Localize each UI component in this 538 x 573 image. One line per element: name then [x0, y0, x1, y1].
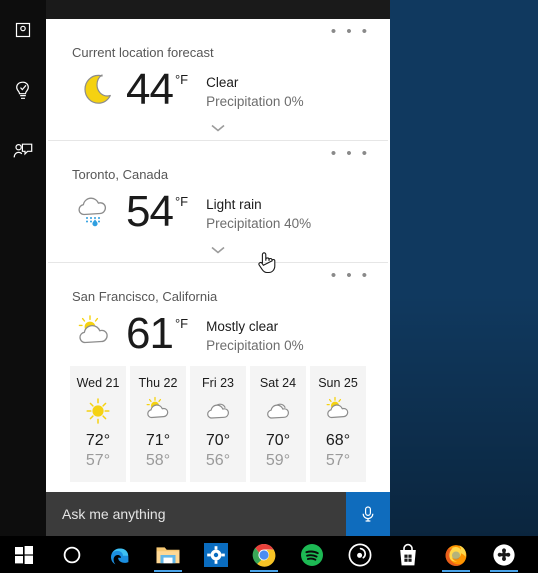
- partly-cloudy-icon: [68, 310, 122, 358]
- weather-card-toronto: • • • Toronto, Canada 54 °F Light rain P…: [46, 141, 390, 262]
- precipitation-text: Precipitation 40%: [206, 216, 312, 231]
- temperature-value: 44: [126, 65, 174, 114]
- forecast-low-temp: 57°: [325, 452, 351, 469]
- temperature-unit: °F: [174, 194, 189, 209]
- condition-text: Clear: [206, 75, 239, 90]
- card-overflow-menu[interactable]: • • •: [331, 24, 370, 39]
- cloudy-icon: [201, 396, 235, 426]
- forecast-high-temp: 70°: [265, 432, 291, 449]
- app-button[interactable]: [480, 536, 528, 573]
- running-indicator: [250, 570, 278, 572]
- precipitation-text: Precipitation 0%: [206, 338, 304, 353]
- search-input[interactable]: [46, 492, 346, 536]
- firefox-button[interactable]: [432, 536, 480, 573]
- five-day-forecast: Wed 21 72° 57° Thu 22 71° 58° Fri 23 70°…: [46, 358, 390, 482]
- card-overflow-menu[interactable]: • • •: [331, 268, 370, 283]
- cortana-button[interactable]: [48, 536, 96, 573]
- running-indicator: [442, 570, 470, 572]
- forecast-day-label: Wed 21: [76, 376, 120, 390]
- edge-button[interactable]: [96, 536, 144, 573]
- forecast-day-label: Fri 23: [202, 376, 234, 390]
- forecast-day-label: Sat 24: [259, 376, 297, 390]
- chevron-down-icon[interactable]: [46, 238, 390, 262]
- forecast-day-cell[interactable]: Thu 22 71° 58°: [130, 366, 186, 482]
- condition-block: Clear Precipitation 0%: [206, 69, 304, 111]
- weather-card-current: • • • Current location forecast 44 °F Cl…: [46, 19, 390, 140]
- forecast-high-temp: 70°: [205, 432, 231, 449]
- rain-cloud-icon: [68, 188, 122, 236]
- card-main-row: 54 °F Light rain Precipitation 40%: [46, 182, 390, 236]
- taskbar: [0, 536, 538, 573]
- temperature-display: 44 °F: [126, 68, 188, 112]
- card-main-row: 44 °F Clear Precipitation 0%: [46, 60, 390, 114]
- moon-icon: [68, 66, 122, 114]
- settings-button[interactable]: [192, 536, 240, 573]
- screen: • • • Current location forecast 44 °F Cl…: [0, 0, 538, 573]
- forecast-low-temp: 58°: [145, 452, 171, 469]
- sunny-icon: [81, 396, 115, 426]
- forecast-day-label: Thu 22: [138, 376, 178, 390]
- forecast-high-temp: 68°: [325, 432, 351, 449]
- weather-cards-list: • • • Current location forecast 44 °F Cl…: [46, 19, 390, 492]
- forecast-day-cell[interactable]: Sun 25 68° 57°: [310, 366, 366, 482]
- condition-block: Mostly clear Precipitation 0%: [206, 313, 304, 355]
- notebook-icon[interactable]: [0, 68, 46, 114]
- forecast-day-label: Sun 25: [318, 376, 358, 390]
- temperature-value: 61: [126, 309, 174, 358]
- forecast-high-temp: 72°: [85, 432, 111, 449]
- spotify-button[interactable]: [288, 536, 336, 573]
- forecast-low-temp: 57°: [85, 452, 111, 469]
- store-button[interactable]: [384, 536, 432, 573]
- chevron-down-icon[interactable]: [46, 116, 390, 140]
- start-button[interactable]: [0, 536, 48, 573]
- running-indicator: [154, 570, 182, 572]
- partly-cloudy-icon: [321, 396, 355, 426]
- home-icon[interactable]: [0, 8, 46, 54]
- feedback-icon[interactable]: [0, 128, 46, 174]
- weather-card-san-francisco: • • • San Francisco, California 61 °F Mo…: [46, 263, 390, 482]
- precipitation-text: Precipitation 0%: [206, 94, 304, 109]
- forecast-day-cell[interactable]: Sat 24 70° 59°: [250, 366, 306, 482]
- card-main-row: 61 °F Mostly clear Precipitation 0%: [46, 304, 390, 358]
- chrome-button[interactable]: [240, 536, 288, 573]
- temperature-unit: °F: [174, 72, 189, 87]
- condition-block: Light rain Precipitation 40%: [206, 191, 311, 233]
- running-indicator: [490, 570, 518, 572]
- temperature-unit: °F: [174, 316, 189, 331]
- file-explorer-button[interactable]: [144, 536, 192, 573]
- cortana-search-bar: [46, 492, 390, 536]
- panel-header-strip: [46, 0, 390, 19]
- microphone-icon[interactable]: [346, 492, 390, 536]
- condition-text: Mostly clear: [206, 319, 279, 334]
- cortana-sidebar: [0, 0, 46, 536]
- forecast-day-cell[interactable]: Fri 23 70° 56°: [190, 366, 246, 482]
- forecast-low-temp: 56°: [205, 452, 231, 469]
- groove-button[interactable]: [336, 536, 384, 573]
- forecast-low-temp: 59°: [265, 452, 291, 469]
- cloudy-icon: [261, 396, 295, 426]
- cortana-panel: • • • Current location forecast 44 °F Cl…: [0, 0, 390, 536]
- forecast-day-cell[interactable]: Wed 21 72° 57°: [70, 366, 126, 482]
- card-overflow-menu[interactable]: • • •: [331, 146, 370, 161]
- condition-text: Light rain: [206, 197, 262, 212]
- cortana-content: • • • Current location forecast 44 °F Cl…: [46, 0, 390, 536]
- temperature-display: 54 °F: [126, 190, 188, 234]
- forecast-high-temp: 71°: [145, 432, 171, 449]
- temperature-value: 54: [126, 187, 174, 236]
- temperature-display: 61 °F: [126, 312, 188, 356]
- partly-cloudy-icon: [141, 396, 175, 426]
